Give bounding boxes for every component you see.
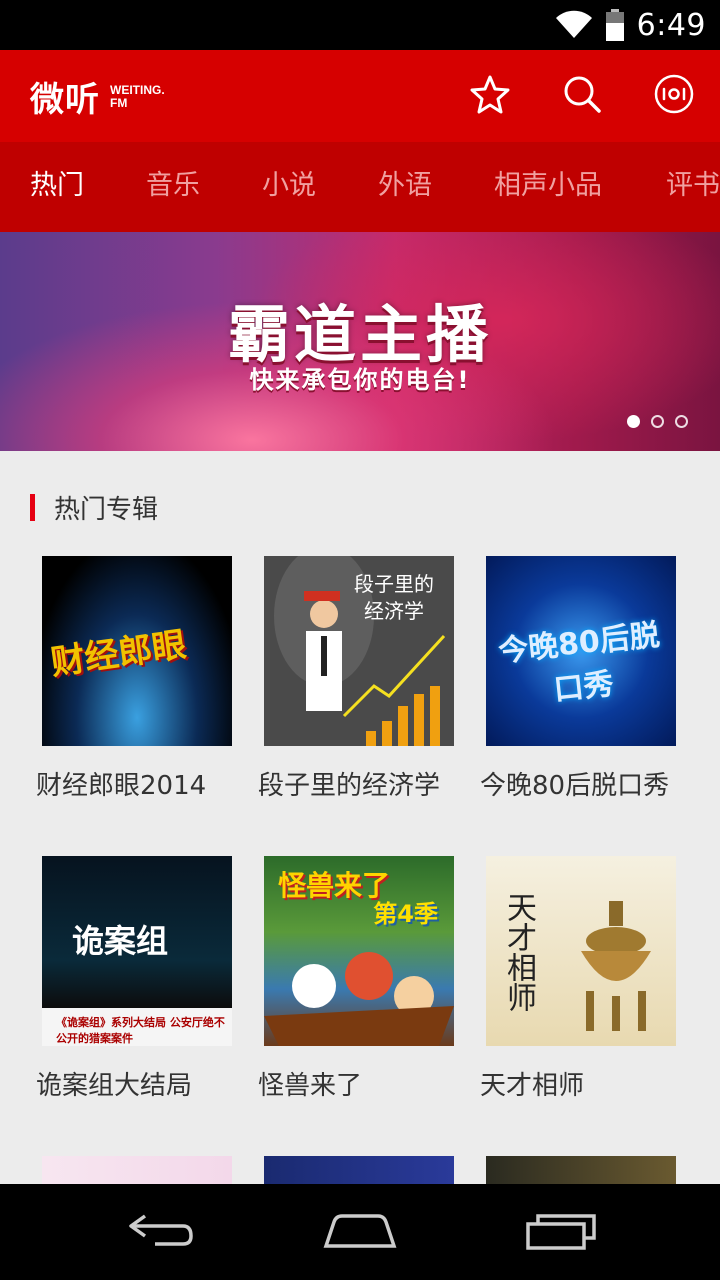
monster-illustration	[264, 952, 454, 1046]
recents-icon	[522, 1210, 598, 1254]
radio-button[interactable]	[650, 72, 698, 120]
album-cover-partial[interactable]	[42, 1156, 232, 1184]
back-icon	[125, 1210, 195, 1254]
album-cover[interactable]: 今晚80后脱口秀	[486, 556, 676, 746]
battery-icon	[605, 9, 625, 41]
page-dot	[651, 415, 664, 428]
cover-title: 今晚80后脱口秀	[496, 617, 662, 708]
system-nav-bar	[0, 1184, 720, 1280]
cover-title: 天才相师	[501, 892, 536, 1012]
home-icon	[322, 1210, 398, 1254]
album-card[interactable]: 天才相师 天才相师	[480, 856, 680, 1102]
tab-crosstalk[interactable]: 相声小品	[494, 142, 602, 232]
album-cover[interactable]: 诡案组 《诡案组》系列大结局 公安厅绝不公开的猎案案件	[42, 856, 232, 1046]
album-cover[interactable]: 财经郎眼	[42, 556, 232, 746]
album-name[interactable]: 天才相师	[480, 1065, 680, 1102]
album-card[interactable]: 诡案组 《诡案组》系列大结局 公安厅绝不公开的猎案案件 诡案组大结局	[36, 856, 236, 1102]
favorites-button[interactable]	[466, 72, 514, 120]
tab-hot[interactable]: 热门	[30, 142, 84, 232]
album-card[interactable]: 怪兽来了 第4季 怪兽来了	[258, 856, 458, 1102]
album-cover-partial[interactable]	[264, 1156, 454, 1184]
promo-banner[interactable]: 霸道主播 快来承包你的电台!	[0, 232, 720, 451]
status-time: 6:49	[636, 7, 706, 43]
search-button[interactable]	[558, 72, 606, 120]
section-header: 热门专辑	[30, 489, 158, 526]
wifi-icon	[555, 10, 593, 40]
search-icon	[562, 74, 602, 118]
tab-music[interactable]: 音乐	[146, 142, 200, 232]
star-icon	[470, 74, 510, 118]
banner-page-indicator	[627, 415, 688, 428]
tab-novel[interactable]: 小说	[262, 142, 316, 232]
album-card[interactable]: 今晚80后脱口秀 今晚80后脱口秀	[480, 556, 680, 802]
logo-subtext-line1: WEITING.	[110, 82, 165, 97]
svg-text:段子里的: 段子里的	[354, 572, 434, 596]
economics-illustration: 段子里的 经济学	[274, 556, 446, 746]
cover-title: 诡案组	[72, 922, 169, 960]
app-logo[interactable]: 微听 WEITING. FM	[30, 72, 165, 121]
page-dot	[675, 415, 688, 428]
album-name[interactable]: 段子里的经济学	[258, 765, 458, 802]
logo-subtext: WEITING. FM	[110, 82, 165, 110]
page-dot-active	[627, 415, 640, 428]
section-accent-bar	[30, 494, 35, 521]
cover-subtitle: 《诡案组》系列大结局 公安厅绝不公开的猎案案件	[56, 1016, 225, 1045]
category-tabs: 热门 音乐 小说 外语 相声小品 评书	[0, 142, 720, 232]
status-bar: 6:49	[0, 0, 720, 50]
logo-text: 微听	[30, 80, 100, 120]
album-cover[interactable]: 怪兽来了 第4季	[264, 856, 454, 1046]
incense-burner-illustration	[581, 901, 651, 1031]
svg-text:经济学: 经济学	[364, 599, 424, 623]
cover-title: 财经郎眼	[48, 624, 189, 684]
banner-subtitle: 快来承包你的电台!	[249, 366, 471, 394]
album-name[interactable]: 财经郎眼2014	[36, 765, 236, 802]
main-content[interactable]: 热门专辑 财经郎眼 财经郎眼2014 段子里的 经济学 段子里的经济学 今晚80…	[0, 451, 720, 1184]
back-button[interactable]	[122, 1208, 198, 1256]
app-header: 微听 WEITING. FM	[0, 50, 720, 142]
album-cover[interactable]: 天才相师	[486, 856, 676, 1046]
album-name[interactable]: 今晚80后脱口秀	[480, 765, 680, 802]
album-cover-partial[interactable]	[486, 1156, 676, 1184]
recents-button[interactable]	[522, 1208, 598, 1256]
radio-icon	[653, 73, 695, 119]
home-button[interactable]	[322, 1208, 398, 1256]
album-card[interactable]: 段子里的 经济学 段子里的经济学	[258, 556, 458, 802]
album-card[interactable]: 财经郎眼 财经郎眼2014	[36, 556, 236, 802]
tab-storytelling[interactable]: 评书	[666, 142, 720, 232]
logo-subtext-line2: FM	[110, 95, 128, 110]
section-title: 热门专辑	[54, 495, 159, 525]
cover-subtitle: 第4季	[373, 900, 438, 928]
album-cover[interactable]: 段子里的 经济学	[264, 556, 454, 746]
tab-foreign-language[interactable]: 外语	[378, 142, 432, 232]
album-name[interactable]: 诡案组大结局	[36, 1065, 236, 1102]
album-name[interactable]: 怪兽来了	[258, 1065, 458, 1102]
